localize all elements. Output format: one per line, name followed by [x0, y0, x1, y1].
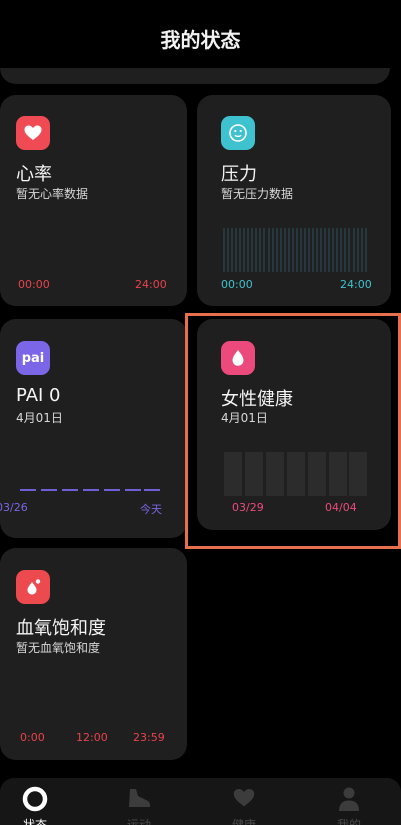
card-subtitle: 暂无心率数据 [16, 187, 89, 201]
smiley-face-icon [221, 116, 255, 150]
tab-label: 运动 [126, 818, 151, 825]
card-subtitle: 4月01日 [16, 411, 63, 425]
tab-sport[interactable]: 运动 [89, 778, 189, 825]
stress-card[interactable]: 压力 暂无压力数据 00:00 24:00 [197, 95, 391, 306]
card-title: PAI 0 [16, 385, 61, 406]
heart-icon [231, 786, 257, 814]
status-ring-icon [22, 786, 48, 816]
tab-status[interactable]: 状态 [0, 778, 85, 825]
stress-empty-bars [223, 228, 367, 272]
heart-icon [16, 116, 50, 150]
highlight-frame [185, 313, 401, 549]
heart-rate-card[interactable]: 心率 暂无心率数据 00:00 24:00 [0, 95, 187, 306]
axis-start-label: 0:00 [20, 731, 45, 744]
pai-icon: pai [16, 341, 50, 375]
tab-label: 我的 [336, 818, 361, 825]
person-icon [337, 786, 361, 816]
card-subtitle: 暂无压力数据 [221, 187, 294, 201]
blood-oxygen-card[interactable]: 血氧饱和度 暂无血氧饱和度 0:00 12:00 23:59 [0, 548, 187, 760]
pai-icon-text: pai [21, 350, 45, 366]
axis-end-label: 23:59 [133, 731, 165, 744]
axis-mid-label: 12:00 [76, 731, 108, 744]
tab-health[interactable]: 健康 [194, 778, 294, 825]
axis-start-label: 00:00 [221, 278, 253, 291]
bottom-tab-bar: 状态 运动 健康 我的 [0, 778, 401, 825]
axis-end-label: 今天 [140, 503, 162, 516]
tab-label: 健康 [231, 818, 256, 825]
card-title: 血氧饱和度 [16, 618, 106, 639]
page-title: 我的状态 [160, 28, 241, 52]
axis-start-label: 03/26 [0, 501, 28, 514]
axis-start-label: 00:00 [18, 278, 50, 291]
tab-profile[interactable]: 我的 [299, 778, 399, 825]
card-subtitle: 暂无血氧饱和度 [16, 641, 101, 655]
axis-end-label: 24:00 [340, 278, 372, 291]
pai-card[interactable]: pai PAI 0 4月01日 03/26 今天 [0, 319, 187, 538]
blood-drop-icon [16, 570, 50, 604]
card-title: 压力 [221, 164, 257, 185]
header: 我的状态 [0, 0, 401, 68]
running-shoe-icon [125, 786, 153, 814]
tab-label: 状态 [22, 818, 47, 825]
card-title: 心率 [16, 164, 52, 185]
axis-end-label: 24:00 [135, 278, 167, 291]
